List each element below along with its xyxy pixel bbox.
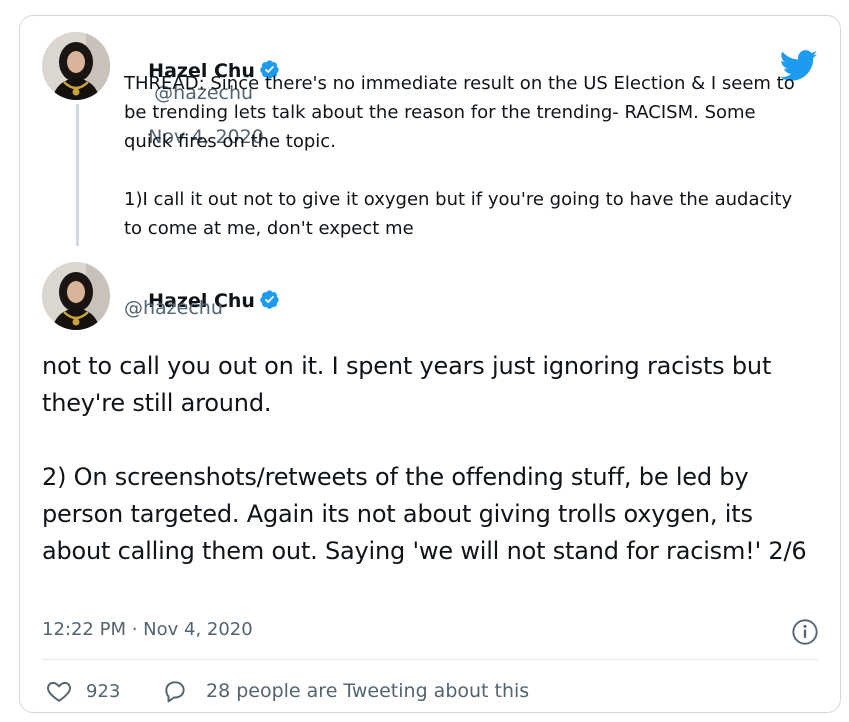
embedded-tweet-card: Hazel Chu @hazechu · Nov 4, 2020 THREAD:… <box>19 15 841 713</box>
thread-connector-line <box>76 104 79 246</box>
like-action[interactable]: 923 <box>46 676 120 706</box>
heart-icon <box>47 681 71 702</box>
conversation-action[interactable]: 28 people are Tweeting about this <box>162 676 529 706</box>
main-tweet-text: not to call you out on it. I spent years… <box>42 352 807 565</box>
parent-tweet-text: THREAD: Since there's no immediate resul… <box>124 73 795 239</box>
parent-author-avatar[interactable] <box>42 32 110 100</box>
info-icon[interactable] <box>791 618 819 646</box>
main-author-handle[interactable]: @hazechu <box>124 297 223 319</box>
like-count: 923 <box>86 680 121 702</box>
actions-divider <box>42 659 818 660</box>
verified-badge-icon <box>260 290 279 309</box>
main-author-avatar[interactable] <box>42 262 110 330</box>
main-tweet-timestamp[interactable]: 12:22 PM · Nov 4, 2020 <box>42 619 253 640</box>
conversation-count: 28 people are Tweeting about this <box>206 680 530 702</box>
speech-bubble-icon <box>165 681 185 703</box>
